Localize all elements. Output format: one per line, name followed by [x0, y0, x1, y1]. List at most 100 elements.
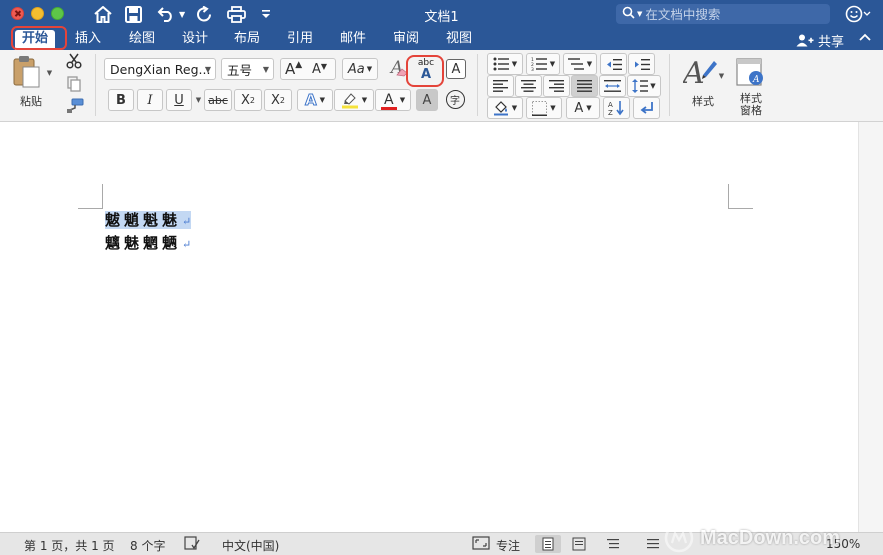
- character-shading-button[interactable]: A: [416, 89, 438, 111]
- align-center-button[interactable]: [515, 75, 542, 97]
- sort-button[interactable]: AZ: [603, 97, 630, 119]
- underline-button[interactable]: U: [166, 89, 192, 111]
- styles-dropdown-icon[interactable]: ▼: [717, 65, 726, 87]
- focus-mode-icon[interactable]: [472, 536, 490, 553]
- undo-dropdown-icon[interactable]: ▼: [179, 4, 185, 24]
- word-count-status[interactable]: 8 个字: [130, 537, 165, 554]
- add-person-icon: [796, 34, 814, 47]
- grow-font-button[interactable]: A▲: [285, 60, 302, 78]
- character-spacing-button[interactable]: A ▼: [566, 97, 600, 119]
- status-bar: 第 1 页，共 1 页 8 个字 中文(中国) 专注 150%: [0, 532, 883, 555]
- tab-layout[interactable]: 布局: [234, 28, 260, 50]
- page-corner-mark: [78, 184, 103, 209]
- tab-design[interactable]: 设计: [182, 28, 208, 50]
- redo-icon[interactable]: [196, 4, 213, 24]
- tab-references[interactable]: 引用: [287, 28, 313, 50]
- copy-icon[interactable]: [66, 76, 82, 95]
- tab-insert[interactable]: 插入: [75, 28, 101, 50]
- ribbon-divider: [477, 54, 478, 116]
- print-layout-view-button[interactable]: [535, 535, 561, 553]
- zoom-level[interactable]: 150%: [826, 537, 860, 551]
- language-status[interactable]: 中文(中国): [222, 537, 279, 554]
- enclose-characters-button[interactable]: 字: [443, 88, 467, 110]
- distributed-align-button[interactable]: [599, 75, 626, 97]
- svg-text:3: 3: [531, 67, 534, 71]
- save-icon[interactable]: [125, 4, 142, 24]
- ribbon-divider: [95, 54, 96, 116]
- search-options-icon[interactable]: ▼: [637, 10, 642, 18]
- feedback-smiley-icon[interactable]: [845, 5, 871, 26]
- decrease-indent-button[interactable]: [600, 53, 627, 75]
- numbering-button[interactable]: 123 ▼: [526, 53, 560, 75]
- borders-button[interactable]: ▼: [526, 97, 562, 119]
- draft-view-button[interactable]: [640, 535, 666, 553]
- shrink-font-button[interactable]: A▼: [312, 62, 327, 77]
- font-size-buttons: A▲ A▼: [280, 58, 336, 80]
- text-effects-button[interactable]: A ▼: [297, 89, 333, 111]
- vertical-scrollbar[interactable]: [858, 122, 883, 532]
- paste-icon[interactable]: [12, 55, 42, 92]
- numbering-icon: 123: [531, 57, 547, 71]
- styles-pane-icon[interactable]: A: [736, 58, 766, 91]
- tab-home[interactable]: 开始: [15, 30, 56, 50]
- font-name-combo[interactable]: DengXian Reg... ▼: [104, 58, 216, 80]
- minimize-window-button[interactable]: [31, 7, 44, 20]
- styles-gallery-icon[interactable]: A: [680, 55, 719, 92]
- highlight-color-button[interactable]: ▼: [334, 89, 374, 111]
- paint-bucket-icon: [493, 101, 508, 116]
- maximize-window-button[interactable]: [51, 7, 64, 20]
- undo-icon[interactable]: [157, 4, 175, 24]
- align-right-button[interactable]: [543, 75, 570, 97]
- print-icon[interactable]: [227, 4, 246, 24]
- document-line-1[interactable]: 魃魈魁魅↵: [105, 210, 192, 231]
- superscript-button[interactable]: X2: [264, 89, 292, 111]
- font-size-value: 五号: [227, 62, 253, 78]
- show-marks-button[interactable]: [633, 97, 660, 119]
- home-icon[interactable]: [94, 4, 112, 24]
- svg-text:A: A: [608, 101, 613, 109]
- character-border-button[interactable]: A: [446, 59, 466, 79]
- justify-button[interactable]: [571, 75, 598, 97]
- tab-view[interactable]: 视图: [446, 28, 472, 50]
- paste-dropdown-icon[interactable]: ▼: [45, 62, 54, 84]
- tab-draw[interactable]: 绘图: [129, 28, 155, 50]
- subscript-button[interactable]: X2: [234, 89, 262, 111]
- underline-dropdown-icon[interactable]: ▼: [194, 89, 203, 111]
- ribbon-home: ▼ 粘贴 DengXian Reg... ▼ 五号 ▼ A▲ A▼ Aa ▼ A ab…: [0, 50, 883, 122]
- bullets-button[interactable]: ▼: [487, 53, 523, 75]
- collapse-ribbon-icon[interactable]: [858, 32, 872, 47]
- strikethrough-button[interactable]: abc: [204, 89, 232, 111]
- cut-icon[interactable]: [66, 53, 82, 72]
- close-window-button[interactable]: [11, 7, 24, 20]
- customize-toolbar-icon[interactable]: [261, 4, 271, 24]
- phonetic-guide-button[interactable]: abc A: [413, 57, 439, 83]
- increase-indent-icon: [634, 58, 650, 70]
- multilevel-list-button[interactable]: ▼: [563, 53, 597, 75]
- increase-indent-button[interactable]: [628, 53, 655, 75]
- clear-formatting-button[interactable]: A: [384, 57, 410, 79]
- bold-button[interactable]: B: [108, 89, 134, 111]
- decrease-indent-icon: [606, 58, 622, 70]
- outline-view-button[interactable]: [600, 535, 626, 553]
- font-color-button[interactable]: A ▼: [375, 89, 411, 111]
- web-layout-view-button[interactable]: [566, 535, 592, 553]
- selected-text[interactable]: 魃魈魁魅↵: [105, 211, 192, 229]
- tab-mailings[interactable]: 邮件: [340, 28, 366, 50]
- bullets-icon: [493, 57, 509, 71]
- proofing-icon[interactable]: [184, 536, 200, 553]
- font-size-combo[interactable]: 五号 ▼: [221, 58, 274, 80]
- focus-label[interactable]: 专注: [496, 537, 520, 554]
- search-input[interactable]: [645, 6, 826, 22]
- page-count-status[interactable]: 第 1 页，共 1 页: [24, 537, 115, 554]
- search-box[interactable]: ▼: [616, 4, 830, 24]
- tab-review[interactable]: 审阅: [393, 28, 419, 50]
- shading-button[interactable]: ▼: [487, 97, 523, 119]
- document-canvas[interactable]: 魃魈魁魅↵ 魑魅魍魉↵: [0, 122, 858, 532]
- change-case-button[interactable]: Aa ▼: [342, 58, 378, 80]
- share-button[interactable]: 共享: [796, 31, 844, 50]
- align-left-button[interactable]: [487, 75, 514, 97]
- document-line-2[interactable]: 魑魅魍魉↵: [105, 233, 191, 254]
- italic-button[interactable]: I: [137, 89, 163, 111]
- line-spacing-button[interactable]: ▼: [627, 75, 661, 97]
- format-painter-icon[interactable]: [66, 98, 84, 117]
